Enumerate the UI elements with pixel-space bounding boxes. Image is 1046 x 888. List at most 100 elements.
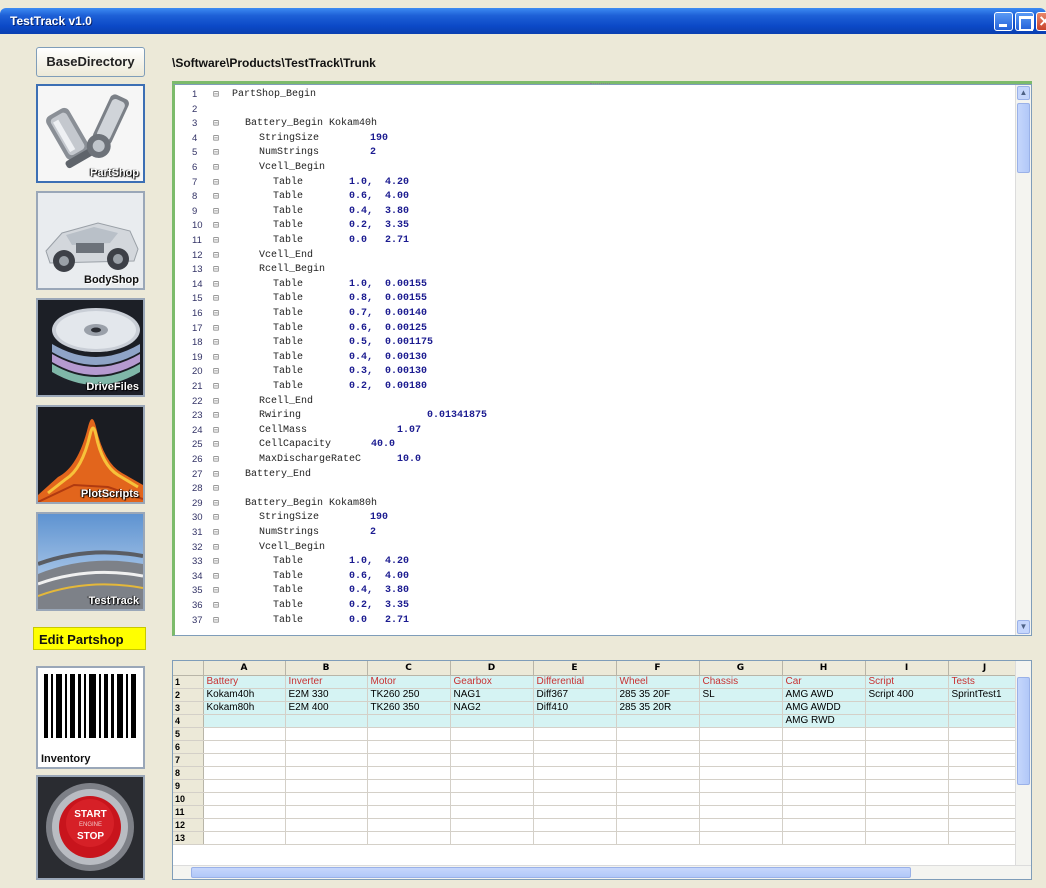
grid-row-header[interactable]: 9	[173, 779, 204, 793]
code-line[interactable]: 32 ⊟ Vcell_Begin	[175, 542, 1020, 557]
grid-corner[interactable]	[173, 661, 204, 676]
base-directory-button[interactable]: BaseDirectory	[36, 47, 145, 77]
grid-cell[interactable]	[616, 831, 700, 845]
grid-cell[interactable]	[450, 779, 534, 793]
grid-cell[interactable]: Diff367	[533, 688, 617, 702]
grid-cell[interactable]	[450, 818, 534, 832]
grid-cell[interactable]	[203, 753, 286, 767]
grid-cell[interactable]	[616, 818, 700, 832]
grid-cell[interactable]: AMG AWDD	[782, 701, 866, 715]
fold-toggle-icon[interactable]: ⊟	[213, 439, 219, 450]
grid-cell[interactable]	[865, 753, 949, 767]
code-line[interactable]: 1 ⊟ PartShop_Begin	[175, 89, 1020, 104]
grid-row-header[interactable]: 7	[173, 753, 204, 767]
grid-cell[interactable]	[948, 779, 1022, 793]
inventory-tile[interactable]: Inventory	[36, 666, 145, 769]
grid-cell[interactable]	[948, 792, 1022, 806]
fold-toggle-icon[interactable]: ⊟	[213, 89, 219, 100]
grid-cell[interactable]	[616, 792, 700, 806]
grid-cell[interactable]: AMG AWD	[782, 688, 866, 702]
table-row[interactable]: 13	[173, 831, 1022, 845]
grid-cell[interactable]	[782, 792, 866, 806]
code-editor[interactable]: ▲ ▼ 1 ⊟ PartShop_Begin 2 3 ⊟ Battery_Begin Kok…	[172, 84, 1032, 636]
code-line[interactable]: 27 ⊟ Battery_End	[175, 469, 1020, 484]
fold-toggle-icon[interactable]: ⊟	[213, 220, 219, 231]
code-line[interactable]: 5 ⊟ NumStrings 2	[175, 147, 1020, 162]
grid-cell[interactable]	[533, 831, 617, 845]
fold-toggle-icon[interactable]: ⊟	[213, 366, 219, 377]
grid-cell[interactable]	[285, 792, 368, 806]
fold-toggle-icon[interactable]: ⊟	[213, 250, 219, 261]
grid-cell[interactable]	[285, 753, 368, 767]
grid-row-header[interactable]: 2	[173, 688, 204, 702]
grid-cell[interactable]	[450, 805, 534, 819]
fold-toggle-icon[interactable]: ⊟	[213, 498, 219, 509]
grid-cell[interactable]	[367, 740, 451, 754]
grid-cell[interactable]	[782, 753, 866, 767]
table-row[interactable]: 5	[173, 727, 1022, 741]
grid-cell[interactable]: E2M 400	[285, 701, 368, 715]
grid-cell[interactable]: Inverter	[285, 675, 368, 689]
grid-vertical-scrollbar[interactable]	[1015, 661, 1031, 866]
code-line[interactable]: 24 ⊟ CellMass 1.07	[175, 425, 1020, 440]
grid-column-header[interactable]: I	[865, 661, 949, 676]
code-line[interactable]: 23 ⊟ Rwiring 0.01341875	[175, 410, 1020, 425]
code-line[interactable]: 17 ⊟ Table 0.6, 0.00125	[175, 323, 1020, 338]
grid-cell[interactable]	[367, 714, 451, 728]
grid-cell[interactable]	[865, 831, 949, 845]
fold-toggle-icon[interactable]: ⊟	[213, 571, 219, 582]
grid-cell[interactable]	[948, 805, 1022, 819]
code-line[interactable]: 26 ⊟ MaxDischargeRateC 10.0	[175, 454, 1020, 469]
grid-cell[interactable]	[699, 792, 783, 806]
fold-toggle-icon[interactable]: ⊟	[213, 396, 219, 407]
partshop-tile[interactable]: PartShop	[36, 84, 145, 183]
grid-cell[interactable]	[699, 805, 783, 819]
fold-toggle-icon[interactable]: ⊟	[213, 542, 219, 553]
grid-cell[interactable]	[865, 740, 949, 754]
grid-horizontal-scrollbar[interactable]	[173, 865, 1031, 879]
grid-cell[interactable]	[699, 766, 783, 780]
grid-row-header[interactable]: 5	[173, 727, 204, 741]
grid-cell[interactable]	[285, 831, 368, 845]
code-line[interactable]: 28 ⊟	[175, 483, 1020, 498]
grid-cell[interactable]	[533, 779, 617, 793]
grid-cell[interactable]	[533, 714, 617, 728]
fold-toggle-icon[interactable]: ⊟	[213, 191, 219, 202]
grid-cell[interactable]: E2M 330	[285, 688, 368, 702]
grid-row-header[interactable]: 8	[173, 766, 204, 780]
grid-cell[interactable]	[616, 805, 700, 819]
fold-toggle-icon[interactable]: ⊟	[213, 323, 219, 334]
table-row[interactable]: 3 Kokam80h E2M 400 TK260 350 NAG2 Diff410 285 …	[173, 701, 1022, 715]
grid-cell[interactable]	[367, 831, 451, 845]
grid-cell[interactable]	[782, 831, 866, 845]
grid-cell[interactable]	[782, 805, 866, 819]
fold-toggle-icon[interactable]: ⊟	[213, 352, 219, 363]
code-line[interactable]: 21 ⊟ Table 0.2, 0.00180	[175, 381, 1020, 396]
fold-toggle-icon[interactable]: ⊟	[213, 454, 219, 465]
code-line[interactable]: 22 ⊟ Rcell_End	[175, 396, 1020, 411]
grid-cell[interactable]	[533, 766, 617, 780]
grid-cell[interactable]	[203, 766, 286, 780]
fold-toggle-icon[interactable]: ⊟	[213, 483, 219, 494]
fold-toggle-icon[interactable]: ⊟	[213, 425, 219, 436]
grid-cell[interactable]	[699, 727, 783, 741]
grid-cell[interactable]: 285 35 20F	[616, 688, 700, 702]
code-line[interactable]: 36 ⊟ Table 0.2, 3.35	[175, 600, 1020, 615]
grid-cell[interactable]	[616, 727, 700, 741]
grid-cell[interactable]	[285, 714, 368, 728]
grid-column-header[interactable]: E	[533, 661, 617, 676]
grid-cell[interactable]	[203, 831, 286, 845]
code-line[interactable]: 6 ⊟ Vcell_Begin	[175, 162, 1020, 177]
grid-cell[interactable]	[782, 779, 866, 793]
code-line[interactable]: 37 ⊟ Table 0.0 2.71	[175, 615, 1020, 630]
fold-toggle-icon[interactable]: ⊟	[213, 410, 219, 421]
grid-cell[interactable]: SprintTest1	[948, 688, 1022, 702]
code-line[interactable]: 3 ⊟ Battery_Begin Kokam40h	[175, 118, 1020, 133]
fold-toggle-icon[interactable]: ⊟	[213, 381, 219, 392]
grid-cell[interactable]	[782, 727, 866, 741]
code-line[interactable]: 8 ⊟ Table 0.6, 4.00	[175, 191, 1020, 206]
grid-cell[interactable]	[948, 714, 1022, 728]
grid-column-header[interactable]: H	[782, 661, 866, 676]
title-bar[interactable]: TestTrack v1.0	[0, 8, 1046, 34]
grid-cell[interactable]	[865, 779, 949, 793]
